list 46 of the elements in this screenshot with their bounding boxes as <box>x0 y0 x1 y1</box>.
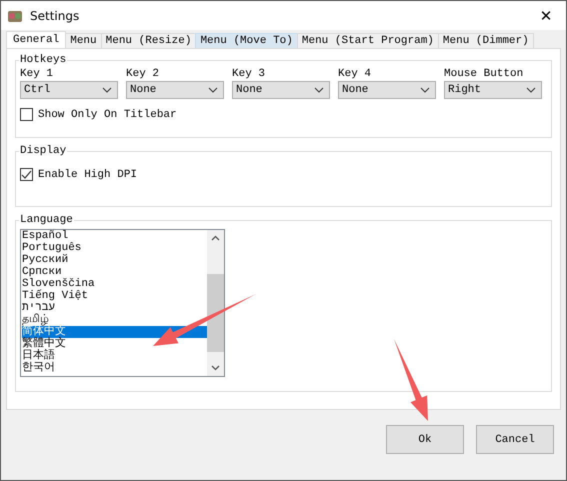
chevron-down-icon <box>526 87 536 93</box>
close-button[interactable]: ✕ <box>526 1 566 30</box>
checkbox-label: Enable High DPI <box>38 168 138 180</box>
scrollbar[interactable] <box>207 230 224 376</box>
chevron-down-icon <box>314 87 324 93</box>
group-title: Display <box>19 145 68 157</box>
dialog-button[interactable]: Cancel <box>476 425 554 454</box>
dropdown[interactable]: None <box>338 81 436 99</box>
tab[interactable]: Menu (Start Program) <box>296 33 439 48</box>
list-item[interactable]: தமிழ் <box>22 314 207 326</box>
dropdown[interactable]: None <box>126 81 224 99</box>
list-item[interactable]: Português <box>22 242 207 254</box>
checkbox[interactable] <box>20 168 33 181</box>
chevron-down-icon <box>102 87 112 93</box>
group-title: Hotkeys <box>19 54 68 66</box>
list-item[interactable]: Српски <box>22 266 207 278</box>
chevron-down-icon <box>208 87 218 93</box>
field-label: Mouse Button <box>444 68 524 80</box>
list-item[interactable]: Русский <box>22 254 207 266</box>
tab[interactable]: General <box>6 31 66 48</box>
dialog-button[interactable]: Ok <box>386 425 464 454</box>
dropdown[interactable]: None <box>232 81 330 99</box>
field-label: Key 4 <box>338 68 372 80</box>
tab[interactable]: Menu (Move To) <box>195 33 298 48</box>
group-title: Language <box>19 214 74 226</box>
tab[interactable]: Menu (Resize) <box>100 33 196 48</box>
chevron-up-icon <box>211 235 220 241</box>
list-item[interactable]: 日本語 <box>22 350 207 362</box>
dropdown[interactable]: Right <box>444 81 542 99</box>
dropdown[interactable]: Ctrl <box>20 81 118 99</box>
scroll-thumb[interactable] <box>207 274 224 352</box>
chevron-down-icon <box>211 365 220 371</box>
field-label: Key 2 <box>126 68 160 80</box>
list-item[interactable]: עברית <box>22 302 207 314</box>
tab[interactable]: Menu (Dimmer) <box>438 33 534 48</box>
field-label: Key 1 <box>20 68 54 80</box>
checkbox[interactable] <box>20 108 33 121</box>
list-item[interactable]: Tiếng Việt <box>22 290 207 302</box>
list-item[interactable]: 繁體中文 <box>22 338 207 350</box>
chevron-down-icon <box>420 87 430 93</box>
list-item[interactable]: Slovenščina <box>22 278 207 290</box>
list-item[interactable]: 한국어 <box>22 362 207 374</box>
list-item[interactable]: Español <box>22 230 207 242</box>
window-title: Settings <box>30 8 80 22</box>
checkbox-label: Show Only On Titlebar <box>38 108 177 120</box>
field-label: Key 3 <box>232 68 266 80</box>
